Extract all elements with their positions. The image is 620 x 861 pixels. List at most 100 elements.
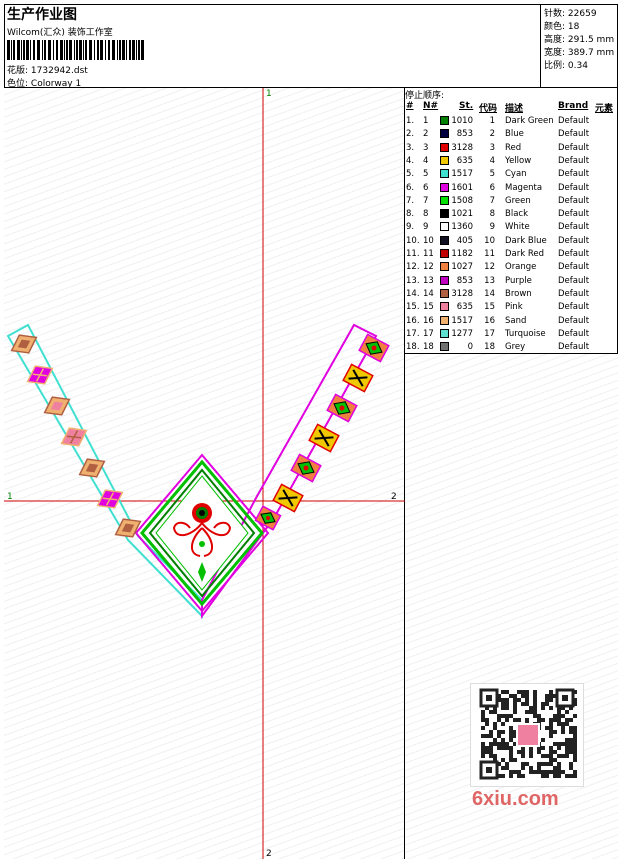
row-description: Orange (505, 262, 537, 273)
row-description: Yellow (505, 155, 532, 166)
row-index: 14. (406, 288, 420, 299)
row-number: 6 (423, 182, 429, 193)
row-stitches: 1517 (451, 169, 473, 180)
row-number: 8 (423, 209, 429, 220)
row-stitches: 1277 (451, 328, 473, 339)
color-swatch (440, 129, 449, 139)
row-number: 14 (423, 288, 434, 299)
row-index: 12. (406, 262, 420, 273)
color-swatch (440, 182, 449, 192)
row-stitches: 3128 (451, 142, 473, 153)
row-description: Magenta (505, 182, 543, 193)
row-description: Dark Green (505, 116, 554, 126)
color-swatch (440, 262, 449, 272)
row-brand: Default (558, 182, 590, 193)
row-stitches: 635 (456, 302, 473, 313)
table-row: 5. 5 1517 5 Cyan Default (405, 169, 618, 182)
qr-code-image (470, 683, 584, 787)
row-code: 15 (484, 302, 495, 313)
col-description: 描述 (505, 104, 524, 114)
color-swatch (440, 142, 449, 152)
row-brand: Default (558, 249, 590, 259)
row-description: Pink (505, 302, 523, 313)
table-row: 15. 15 635 15 Pink Default (405, 302, 618, 315)
row-index: 10. (406, 235, 420, 246)
table-row: 2. 2 853 2 Blue Default (405, 129, 618, 142)
row-code: 9 (489, 222, 495, 233)
row-code: 1 (489, 116, 495, 126)
stat-height: 高度: 291.5 mm (544, 35, 615, 45)
color-swatch (440, 288, 449, 298)
table-row: 8. 8 1021 8 Black Default (405, 209, 618, 222)
row-index: 13. (406, 275, 420, 286)
col-code: 代码 (479, 104, 498, 114)
row-code: 10 (484, 235, 495, 246)
table-row: 17. 17 1277 17 Turquoise Default (405, 328, 618, 342)
row-brand: Default (558, 209, 590, 220)
row-code: 12 (484, 262, 495, 273)
row-number: 10 (423, 235, 434, 246)
row-description: Sand (505, 315, 527, 326)
row-brand: Default (558, 315, 590, 326)
row-code: 14 (484, 288, 495, 299)
table-row: 10. 10 405 10 Dark Blue Default (405, 235, 618, 249)
row-index: 16. (406, 315, 420, 326)
row-brand: Default (558, 142, 590, 153)
row-code: 17 (484, 328, 495, 339)
row-code: 4 (489, 155, 495, 166)
company-name: Wilcom(汇众) 装饰工作室 (7, 28, 113, 38)
color-swatch (440, 235, 449, 245)
row-number: 11 (423, 249, 434, 259)
row-brand: Default (558, 302, 590, 313)
row-index: 11. (406, 249, 420, 259)
embroidery-drawing: 1 2 1 2 (4, 88, 405, 859)
row-stitches: 635 (456, 155, 473, 166)
row-number: 5 (423, 169, 429, 180)
stat-stitches: 针数: 22659 (544, 9, 597, 19)
design-info: 花版: 1732942.dst (7, 63, 88, 76)
row-code: 7 (489, 195, 495, 206)
row-description: Dark Blue (505, 235, 547, 246)
row-brand: Default (558, 222, 590, 233)
page-title: 生产作业图 (7, 7, 77, 23)
row-stitches: 1010 (451, 116, 473, 126)
row-index: 15. (406, 302, 420, 313)
color-table-header: # N# St. 代码 描述 Brand 元素 (405, 101, 618, 114)
stat-scale: 比例: 0.34 (544, 61, 588, 71)
table-row: 4. 4 635 4 Yellow Default (405, 155, 618, 169)
row-description: Green (505, 195, 531, 206)
row-description: Grey (505, 342, 526, 353)
axis-label-bottom: 2 (266, 849, 272, 859)
row-index: 7. (406, 195, 415, 206)
row-number: 4 (423, 155, 429, 166)
row-stitches: 1517 (451, 315, 473, 326)
row-brand: Default (558, 116, 590, 126)
row-stitches: 3128 (451, 288, 473, 299)
row-brand: Default (558, 129, 590, 140)
table-row: 3. 3 3128 3 Red Default (405, 142, 618, 156)
color-swatch (440, 328, 449, 338)
row-code: 2 (489, 129, 495, 140)
col-index: # (406, 101, 414, 111)
color-swatch (440, 116, 449, 125)
row-number: 13 (423, 275, 434, 286)
color-swatch (440, 222, 449, 232)
row-index: 18. (406, 342, 420, 353)
row-number: 3 (423, 142, 429, 153)
row-index: 17. (406, 328, 420, 339)
row-number: 16 (423, 315, 434, 326)
color-swatch (440, 209, 449, 219)
row-stitches: 1021 (451, 209, 473, 220)
row-brand: Default (558, 262, 590, 273)
row-stitches: 405 (456, 235, 473, 246)
color-swatch (440, 169, 449, 179)
header-panel: 生产作业图 Wilcom(汇众) 装饰工作室 花版: 1732942.dst 色… (4, 4, 541, 89)
color-swatch (440, 315, 449, 325)
color-swatch (440, 249, 449, 258)
table-row: 12. 12 1027 12 Orange Default (405, 262, 618, 275)
row-index: 2. (406, 129, 415, 140)
watermark-text: 6xiu.com (472, 788, 559, 810)
row-number: 1 (423, 116, 429, 126)
row-description: White (505, 222, 530, 233)
row-description: Blue (505, 129, 524, 140)
